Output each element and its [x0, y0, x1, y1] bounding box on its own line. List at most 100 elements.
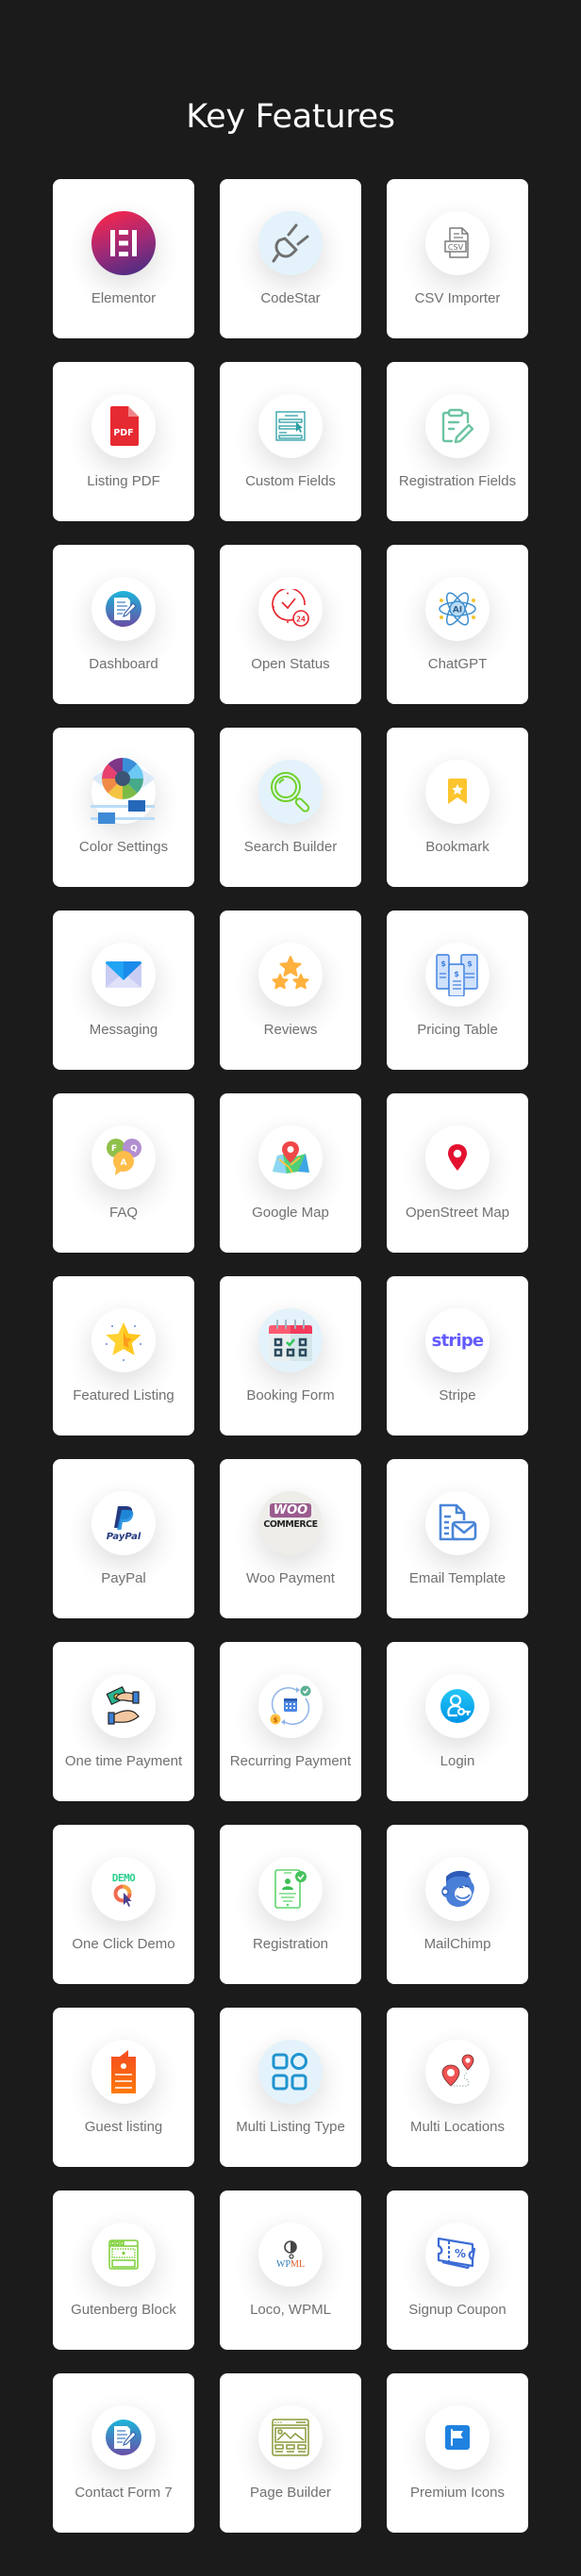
feature-card-pricing-table[interactable]: $ $ $ Pricing Table — [387, 911, 528, 1070]
ai-atom-icon: AI — [425, 577, 490, 641]
feature-card-page-builder[interactable]: Page Builder — [220, 2373, 361, 2533]
feature-label: MailChimp — [423, 1936, 491, 1952]
feature-card-paypal[interactable]: PayPal PayPal — [53, 1459, 194, 1618]
hand-money-icon — [91, 1674, 156, 1738]
calendar-check-icon — [258, 1308, 323, 1372]
page-layout-icon — [258, 2405, 323, 2469]
feature-card-codestar[interactable]: CodeStar — [220, 179, 361, 338]
features-grid: Elementor CodeStar CSV CSV Importer PDF … — [53, 179, 528, 2533]
feature-card-color-settings[interactable]: Color Settings — [53, 728, 194, 887]
feature-card-faq[interactable]: F QA FAQ — [53, 1093, 194, 1253]
plug-icon — [258, 211, 323, 275]
feature-card-listing-pdf[interactable]: PDF Listing PDF — [53, 362, 194, 521]
feature-card-multi-locations[interactable]: Multi Locations — [387, 2008, 528, 2167]
feature-card-messaging[interactable]: Messaging — [53, 911, 194, 1070]
feature-label: FAQ — [108, 1205, 138, 1221]
feature-card-woo-payment[interactable]: WOO COMMERCE Woo Payment — [220, 1459, 361, 1618]
feature-label: Bookmark — [425, 839, 490, 855]
feature-label: Signup Coupon — [408, 2302, 506, 2318]
feature-card-registration[interactable]: Registration — [220, 1825, 361, 1984]
feature-card-booking-form[interactable]: Booking Form — [220, 1276, 361, 1436]
feature-label: Guest listing — [84, 2119, 163, 2135]
feature-card-chatgpt[interactable]: AI ChatGPT — [387, 545, 528, 704]
feature-card-bookmark[interactable]: Bookmark — [387, 728, 528, 887]
feature-card-signup-coupon[interactable]: % Signup Coupon — [387, 2190, 528, 2350]
feature-card-multi-listing-type[interactable]: Multi Listing Type — [220, 2008, 361, 2167]
svg-text:$: $ — [467, 960, 473, 968]
feature-label: Color Settings — [78, 839, 169, 855]
feature-card-custom-fields[interactable]: Custom Fields — [220, 362, 361, 521]
feature-label: Registration — [252, 1936, 329, 1952]
demo-wordmark: DEMO — [111, 1871, 136, 1884]
feature-card-premium-icons[interactable]: Premium Icons — [387, 2373, 528, 2533]
feature-card-guest-listing[interactable]: Guest listing — [53, 2008, 194, 2167]
feature-label: Loco, WPML — [250, 2302, 331, 2318]
feature-card-featured-listing[interactable]: Featured Listing — [53, 1276, 194, 1436]
document-edit-icon — [91, 2405, 156, 2469]
page-title: Key Features — [186, 98, 395, 136]
block-layout-icon — [91, 2223, 156, 2287]
feature-label: One time Payment — [64, 1753, 183, 1769]
feature-card-login[interactable]: Login — [387, 1642, 528, 1801]
svg-text:$: $ — [454, 970, 459, 978]
elementor-icon — [91, 211, 156, 275]
feature-card-one-time-payment[interactable]: One time Payment — [53, 1642, 194, 1801]
feature-label: CSV Importer — [414, 290, 501, 306]
location-pin-icon — [425, 1125, 490, 1190]
bookmark-star-icon — [425, 760, 490, 824]
feature-label: Custom Fields — [245, 473, 336, 489]
feature-card-openstreet-map[interactable]: OpenStreet Map — [387, 1093, 528, 1253]
feature-label: Login — [440, 1753, 475, 1769]
coupon-icon: % — [425, 2223, 490, 2287]
user-card-check-icon — [258, 1857, 323, 1921]
three-stars-icon — [258, 943, 323, 1007]
feature-card-one-click-demo[interactable]: DEMO One Click Demo — [53, 1825, 194, 1984]
wpml-wordmark: WPML — [276, 2259, 305, 2270]
csv-file-icon: CSV — [425, 211, 490, 275]
woocommerce-logo-icon: WOO COMMERCE — [258, 1491, 323, 1555]
stripe-wordmark: stripe — [431, 1330, 484, 1351]
feature-card-csv-importer[interactable]: CSV CSV Importer — [387, 179, 528, 338]
feature-card-dashboard[interactable]: Dashboard — [53, 545, 194, 704]
email-document-icon — [425, 1491, 490, 1555]
feature-card-gutenberg-block[interactable]: Gutenberg Block — [53, 2190, 194, 2350]
feature-card-registration-fields[interactable]: Registration Fields — [387, 362, 528, 521]
color-wheel-eye-icon — [91, 758, 156, 824]
feature-label: Gutenberg Block — [71, 2302, 176, 2318]
feature-card-elementor[interactable]: Elementor — [53, 179, 194, 338]
user-key-icon — [425, 1674, 490, 1738]
feature-card-contact-form-7[interactable]: Contact Form 7 — [53, 2373, 194, 2533]
clock-24-icon: 24 — [258, 577, 323, 641]
feature-card-google-map[interactable]: Google Map — [220, 1093, 361, 1253]
feature-card-search-builder[interactable]: Search Builder — [220, 728, 361, 887]
paypal-logo-icon: PayPal — [91, 1491, 156, 1555]
feature-card-loco-wpml[interactable]: WPML Loco, WPML — [220, 2190, 361, 2350]
feature-label: PayPal — [101, 1570, 146, 1586]
feature-label: Reviews — [263, 1022, 318, 1038]
feature-label: Pricing Table — [417, 1022, 498, 1038]
feature-card-mailchimp[interactable]: MailChimp — [387, 1825, 528, 1984]
feature-card-reviews[interactable]: Reviews — [220, 911, 361, 1070]
mailchimp-logo-icon — [425, 1857, 490, 1921]
feature-label: Recurring Payment — [229, 1753, 352, 1769]
feature-card-open-status[interactable]: 24 Open Status — [220, 545, 361, 704]
clipboard-edit-icon — [425, 394, 490, 458]
svg-text:$: $ — [440, 960, 446, 968]
feature-label: Stripe — [439, 1387, 476, 1403]
feature-label: Google Map — [252, 1205, 329, 1221]
commerce-wordmark: COMMERCE — [263, 1519, 318, 1530]
stripe-logo-icon: stripe — [425, 1308, 490, 1372]
flag-icon — [425, 2405, 490, 2469]
feature-card-recurring-payment[interactable]: $ Recurring Payment — [220, 1642, 361, 1801]
feature-card-email-template[interactable]: Email Template — [387, 1459, 528, 1618]
feature-label: Page Builder — [250, 2485, 331, 2501]
feature-label: Messaging — [89, 1022, 158, 1038]
coupon-percent: % — [455, 2247, 466, 2260]
svg-text:Q: Q — [130, 1144, 138, 1154]
svg-text:CSV: CSV — [448, 243, 464, 252]
woo-wordmark: WOO — [269, 1503, 312, 1518]
feature-label: Dashboard — [89, 656, 158, 672]
feature-label: Registration Fields — [398, 473, 517, 489]
guest-document-icon — [91, 2040, 156, 2104]
feature-card-stripe[interactable]: stripe Stripe — [387, 1276, 528, 1436]
